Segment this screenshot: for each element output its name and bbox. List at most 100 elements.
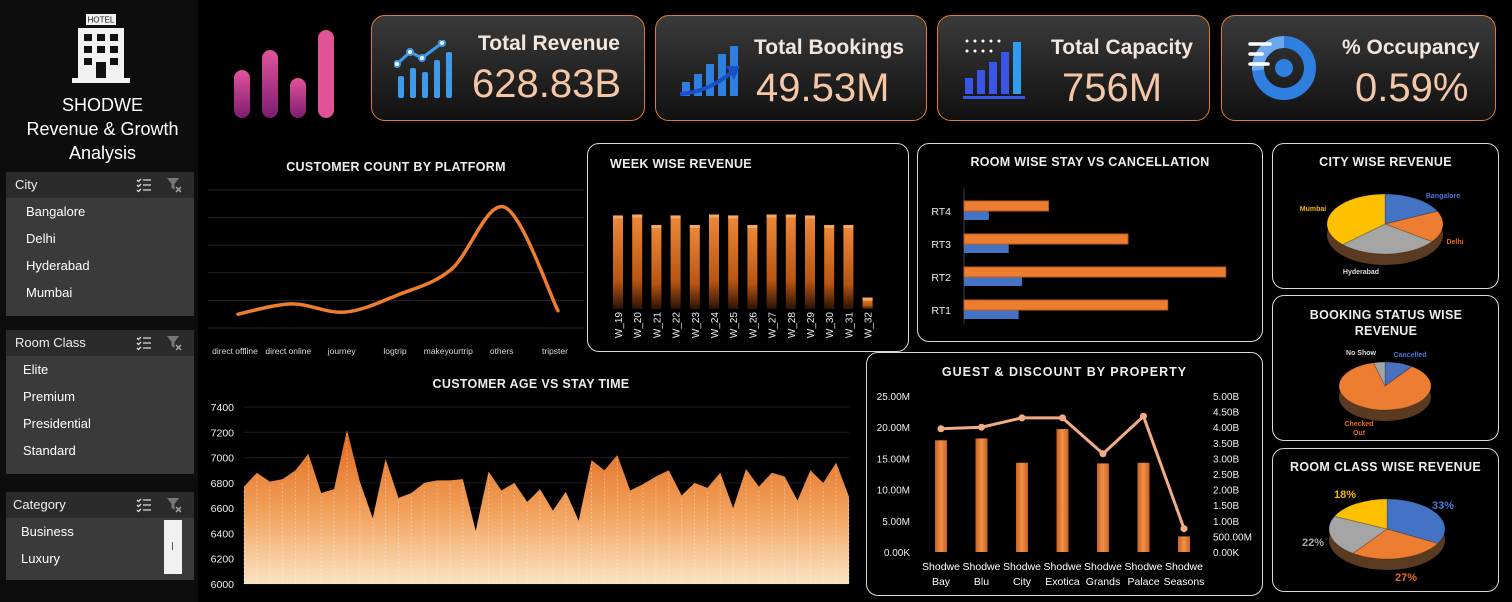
y-left-tick-label: 25.00M	[877, 392, 910, 403]
x-tick-label: journey	[327, 346, 357, 356]
city-slicer-header: City	[6, 172, 194, 198]
y-tick-label: 6000	[211, 579, 235, 591]
pie-label-line: Out	[1353, 430, 1366, 437]
x-tick-label: Shodwe	[963, 561, 1001, 573]
slicer-item-hyderabad[interactable]: Hyderabad	[6, 252, 194, 279]
y-right-tick-label: 1.00B	[1213, 517, 1239, 528]
line-point	[978, 423, 985, 431]
bar-top	[824, 225, 835, 228]
bar-top	[632, 214, 643, 218]
x-tick-label: W_32	[864, 312, 875, 339]
category-slicer: Category Business Luxury	[6, 492, 194, 580]
clear-filter-icon[interactable]	[166, 335, 182, 351]
room-class-slicer-title: Room Class	[15, 335, 86, 350]
line-point	[1140, 412, 1147, 420]
city-slicer-title: City	[15, 177, 38, 192]
x-tick-label: W_31	[844, 312, 855, 339]
age-stay-panel: CUSTOMER AGE VS STAY TIME 7400 7200 7000 68…	[204, 372, 854, 600]
clear-filter-icon[interactable]	[166, 497, 182, 513]
slicer-item-mumbai[interactable]: Mumbai	[6, 279, 194, 306]
x-tick-label: direct online	[265, 346, 311, 356]
y-tick-label: 7000	[211, 453, 235, 465]
chart-title: ROOM WISE STAY VS CANCELLATION	[970, 155, 1210, 169]
room-class-slicer: Room Class Elite Premium Presidential St…	[6, 330, 194, 474]
city-revenue-panel: CITY WISE REVENUE Bangalore Delhi Hyderaba…	[1272, 143, 1499, 289]
chart-title: ROOM CLASS WISE REVENUE	[1290, 460, 1481, 474]
bar-chart-icon	[963, 39, 1025, 99]
y-tick-label: 6800	[211, 478, 235, 490]
pie-label: 22%	[1302, 537, 1324, 549]
bar-top	[747, 225, 758, 228]
bar	[935, 440, 947, 552]
pie-label: Cancelled	[1393, 352, 1426, 359]
scrollbar[interactable]	[164, 520, 182, 574]
bar	[1137, 462, 1150, 552]
bar	[670, 215, 681, 309]
room-hbar-chart: RT1 RT2 RT3 RT4	[931, 188, 1227, 324]
multi-select-icon[interactable]	[136, 335, 152, 351]
y-right-tick-label: 5.00B	[1213, 392, 1239, 403]
bar-top	[766, 214, 777, 218]
slicer-item-bangalore[interactable]: Bangalore	[6, 198, 194, 225]
kpi-label: % Occupancy	[1342, 36, 1480, 59]
y-right-tick-label: 0.00K	[1213, 548, 1239, 559]
platform-line-chart: direct offline direct online journey logtri…	[208, 189, 584, 356]
platform-chart-panel: CUSTOMER COUNT BY PLATFORM direct offlin…	[208, 148, 584, 363]
room-class-pie-chart: 33% 27% 22% 18%	[1302, 489, 1454, 584]
y-left-tick-label: 15.00M	[877, 454, 910, 465]
chart-title: CUSTOMER AGE VS STAY TIME	[432, 377, 630, 391]
app-title-line2: Revenue & Growth	[26, 119, 179, 139]
bar-series1	[964, 277, 1022, 286]
x-tick-label: W_30	[825, 312, 836, 339]
pie-label: 33%	[1432, 500, 1454, 512]
pie-label: Delhi	[1446, 239, 1463, 246]
chart-title: BOOKING STATUS WISE REVENUE	[1309, 308, 1463, 338]
chart-title: CUSTOMER COUNT BY PLATFORM	[286, 160, 506, 174]
bar	[1016, 462, 1028, 552]
pie-label-line: Checked	[1344, 421, 1373, 428]
guest-discount-panel: GUEST & DISCOUNT BY PROPERTY 25.00M 20.00…	[866, 352, 1263, 596]
y-tick-label: 6600	[211, 503, 235, 515]
multi-select-icon[interactable]	[136, 497, 152, 513]
line-point	[1099, 450, 1107, 458]
slicer-item-premium[interactable]: Premium	[6, 383, 194, 410]
bar	[805, 215, 815, 309]
booking-status-panel: BOOKING STATUS WISE REVENUE Cancelled Che…	[1272, 295, 1499, 441]
bar	[843, 225, 854, 309]
y-left-tick-label: 10.00M	[877, 486, 910, 497]
x-tick-label: W_26	[748, 312, 759, 339]
kpi-value: 49.53M	[756, 66, 890, 110]
category-slicer-title: Category	[13, 497, 66, 512]
line-point	[1180, 525, 1188, 533]
kpi-value: 0.59%	[1355, 66, 1469, 110]
slicer-item-presidential[interactable]: Presidential	[6, 410, 194, 437]
area-series	[244, 429, 849, 584]
bar	[975, 438, 988, 552]
slicer-item-standard[interactable]: Standard	[6, 437, 194, 464]
bar	[766, 214, 777, 309]
y-tick-label: 7200	[211, 427, 235, 439]
pie-label: Mumbai	[1300, 206, 1327, 213]
x-tick-label: W_24	[710, 312, 721, 339]
age-area-chart: 7400 7200 7000 6800 6600 6400 6200 6000	[211, 402, 850, 591]
line-point	[1018, 414, 1026, 422]
line-point	[937, 425, 945, 433]
y-left-tick-label: 5.00M	[882, 517, 910, 528]
slicer-item-delhi[interactable]: Delhi	[6, 225, 194, 252]
bar	[632, 214, 643, 309]
y-right-tick-label: 1.50B	[1213, 501, 1239, 512]
y-tick-label: RT1	[931, 305, 951, 317]
kpi-total-capacity: Total Capacity 756M	[937, 15, 1210, 121]
clear-filter-icon[interactable]	[166, 177, 182, 193]
hotel-building-icon: HOTEL	[72, 14, 130, 83]
bar-top	[843, 225, 854, 228]
bar	[709, 214, 719, 309]
pie-label: 27%	[1395, 572, 1417, 584]
slicer-item-elite[interactable]: Elite	[6, 356, 194, 383]
bar-top	[862, 297, 873, 301]
bar-series1	[964, 211, 989, 220]
room-stay-panel: ROOM WISE STAY VS CANCELLATION RT1 RT2 RT3…	[917, 143, 1263, 342]
multi-select-icon[interactable]	[136, 177, 152, 193]
y-tick-label: 6200	[211, 554, 235, 566]
pie-label: Checked Out	[1344, 421, 1373, 437]
